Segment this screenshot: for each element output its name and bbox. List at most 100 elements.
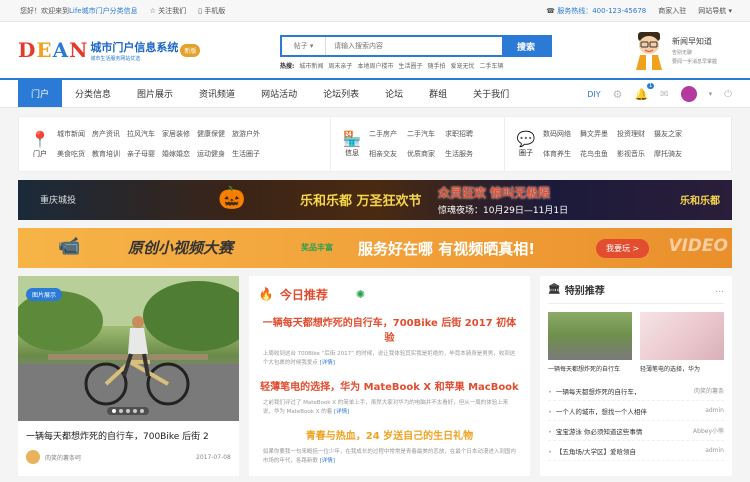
mail-icon[interactable]: ✉ [660, 89, 668, 100]
article-title[interactable]: 轻薄笔电的选择，华为 MateBook X 和苹果 MacBook [259, 378, 520, 393]
nav-item-groups[interactable]: 群组 [416, 80, 460, 107]
list-item[interactable]: 一辆每天都想炸死的自行车，肉笑的薯条 [548, 381, 724, 401]
hot-item[interactable]: 爱宠无忧 [450, 61, 474, 70]
site-nav-link[interactable]: 网站导航 ▾ [698, 6, 732, 16]
article-title[interactable]: 青春与热血，24 岁送自己的生日礼物 [259, 427, 520, 442]
nav-item-about[interactable]: 关于我们 [460, 80, 522, 107]
hot-item[interactable]: 本地周户楼市 [357, 61, 393, 70]
carousel-dot[interactable] [133, 409, 138, 413]
thumb-image[interactable] [548, 312, 632, 360]
article-more-link[interactable]: [详情] [334, 409, 349, 415]
follow-link[interactable]: ☆ 关注我们 [150, 6, 187, 16]
category-group-circle: 💬 圈子 数码网络 舞文弄墨 投资理财 摄友之家 体育养生 花鸟虫鱼 影视音乐 … [505, 117, 731, 171]
category-link[interactable]: 城市新闻 [57, 129, 92, 139]
thumb-card[interactable]: 一辆每天都想炸死的自行车 [548, 312, 632, 373]
nav-item-events[interactable]: 网站活动 [248, 80, 310, 107]
category-link[interactable]: 优质商家 [407, 149, 445, 159]
category-link[interactable]: 摩托骑友 [654, 149, 691, 159]
special-title: 特别推荐 [564, 286, 605, 297]
feature-card[interactable]: 图片展示 一辆每天都想炸死的自行车，700Bike 后街 2 肉笑的薯条呵 20… [18, 276, 239, 476]
category-link[interactable]: 教育培训 [92, 149, 127, 159]
chevron-down-icon[interactable]: ▾ [709, 90, 713, 98]
category-link[interactable]: 婚嫁婚恋 [162, 149, 197, 159]
nav-item-news[interactable]: 资讯频道 [186, 80, 248, 107]
hot-item[interactable]: 城市新闻 [299, 61, 323, 70]
thumb-caption[interactable]: 一辆每天都想炸死的自行车 [548, 364, 632, 373]
power-icon[interactable]: ⏻ [724, 89, 732, 100]
category-link[interactable]: 美食吃货 [57, 149, 92, 159]
user-avatar[interactable] [680, 86, 697, 102]
nav-item-forum[interactable]: 论坛 [372, 80, 416, 107]
nav-item-gallery[interactable]: 图片展示 [124, 80, 186, 107]
category-link[interactable]: 亲子母婴 [127, 149, 162, 159]
list-item[interactable]: 宝宝游泳 你必须知道这些事情Abbey小熊 [548, 421, 724, 441]
category-link[interactable]: 投资理财 [617, 129, 654, 139]
article-item: 青春与热血，24 岁送自己的生日礼物 如果你要我一句来概括一位少年，在我成长的过… [259, 427, 520, 466]
halloween-banner[interactable]: 重庆城投 🎃 乐和乐都 万圣狂欢节 众灵狂欢 惊叫无极限 惊魂夜场：10月29日… [18, 180, 732, 220]
category-link[interactable]: 房产资讯 [92, 129, 127, 139]
feature-caption[interactable]: 一辆每天都想炸死的自行车，700Bike 后街 2 [18, 421, 239, 442]
carousel-dot[interactable] [112, 409, 117, 413]
nav-item-forum-list[interactable]: 论坛列表 [310, 80, 372, 107]
category-link[interactable]: 数码网络 [543, 129, 580, 139]
category-link[interactable]: 求职招聘 [445, 129, 483, 139]
video-camera-icon: 📹 [58, 236, 81, 257]
carousel-dot[interactable] [126, 409, 131, 413]
category-link[interactable]: 花鸟虫鱼 [580, 149, 617, 159]
thumb-image[interactable] [640, 312, 724, 360]
mobile-link[interactable]: ▯ 手机版 [198, 6, 225, 16]
category-link[interactable]: 舞文弄墨 [580, 129, 617, 139]
carousel-dot[interactable] [140, 409, 145, 413]
banner-date: 惊魂夜场：10月29日—11月1日 [438, 206, 569, 216]
hot-item[interactable]: 周末亲子 [328, 61, 352, 70]
article-desc: 之前我们评过了 MateBook X 的简单上手，虽然大家对华为的电脑并不太看好… [262, 400, 509, 415]
category-link[interactable]: 运动健身 [197, 149, 232, 159]
bell-icon[interactable]: 🔔 1 [634, 82, 655, 101]
category-link[interactable]: 健康保健 [197, 129, 232, 139]
carousel-dot[interactable] [119, 409, 124, 413]
author-avatar[interactable] [26, 450, 40, 464]
category-link[interactable]: 二手房产 [369, 129, 407, 139]
logo[interactable]: DEAN 城市门户信息系统 城市生活服务网站优选 新版 [18, 38, 276, 62]
post-date: 2017-07-08 [196, 453, 231, 461]
thumb-caption[interactable]: 轻薄笔电的选择，华为 [640, 364, 724, 373]
nav-item-classified[interactable]: 分类信息 [62, 80, 124, 107]
list-item[interactable]: 【五角场/大学区】爱晗领自admin [548, 441, 724, 461]
article-title[interactable]: 一辆每天都想炸死的自行车，700Bike 后街 2017 初体验 [259, 314, 520, 344]
category-link[interactable]: 生活圈子 [232, 149, 267, 159]
hot-item[interactable]: 随手拍 [427, 61, 445, 70]
nav-item-portal[interactable]: 门户 [18, 80, 63, 107]
category-link[interactable]: 相亲交友 [369, 149, 407, 159]
carousel-dots[interactable] [107, 407, 150, 415]
feature-photo[interactable]: 图片展示 [18, 276, 239, 421]
search-input[interactable] [326, 37, 502, 55]
author-name[interactable]: 肉笑的薯条呵 [45, 453, 81, 462]
category-link[interactable]: 拉风汽车 [127, 129, 162, 139]
hot-search: 热搜: 城市新闻 周末亲子 本地周户楼市 生活圈子 随手拍 爱宠无忧 二手车辆 [280, 61, 504, 70]
category-link[interactable]: 家居装修 [162, 129, 197, 139]
article-more-link[interactable]: [详情] [320, 360, 335, 366]
hot-item[interactable]: 二手车辆 [480, 61, 504, 70]
search-button[interactable]: 搜索 [502, 37, 550, 55]
article-more-link[interactable]: [详情] [320, 458, 335, 464]
category-link[interactable]: 摄友之家 [654, 129, 691, 139]
site-link[interactable]: Life城市门户分类信息 [69, 7, 138, 15]
hot-item[interactable]: 生活圈子 [398, 61, 422, 70]
list-item[interactable]: 一个人的城市，想找一个人相伴admin [548, 401, 724, 421]
banner2-slogan: 服务好在哪 有视频晒真相! [358, 240, 536, 258]
thumb-card[interactable]: 轻薄笔电的选择，华为 [640, 312, 724, 373]
category-link[interactable]: 体育养生 [543, 149, 580, 159]
merchant-link[interactable]: 商家入驻 [658, 6, 686, 16]
category-link[interactable]: 生活服务 [445, 149, 483, 159]
diy-button[interactable]: DIY [587, 90, 600, 99]
more-link[interactable]: ... [715, 285, 724, 295]
play-button[interactable]: 我要玩 > [596, 239, 650, 258]
video-contest-banner[interactable]: 📹 原创小视频大赛 奖品丰富 服务好在哪 有视频晒真相! 我要玩 > VIDEO [18, 228, 732, 268]
search-category-select[interactable]: 帖子 ▾ [282, 37, 326, 55]
banner-logo: 乐和乐都 [680, 196, 720, 207]
category-link[interactable]: 影视音乐 [617, 149, 654, 159]
category-link[interactable]: 二手汽车 [407, 129, 445, 139]
news-promo[interactable]: 新闻早知道 告别无聊 要闻一手消息早掌握 [632, 30, 732, 70]
category-link[interactable]: 旅游户外 [232, 129, 267, 139]
gear-icon[interactable]: ⚙ [613, 88, 623, 101]
